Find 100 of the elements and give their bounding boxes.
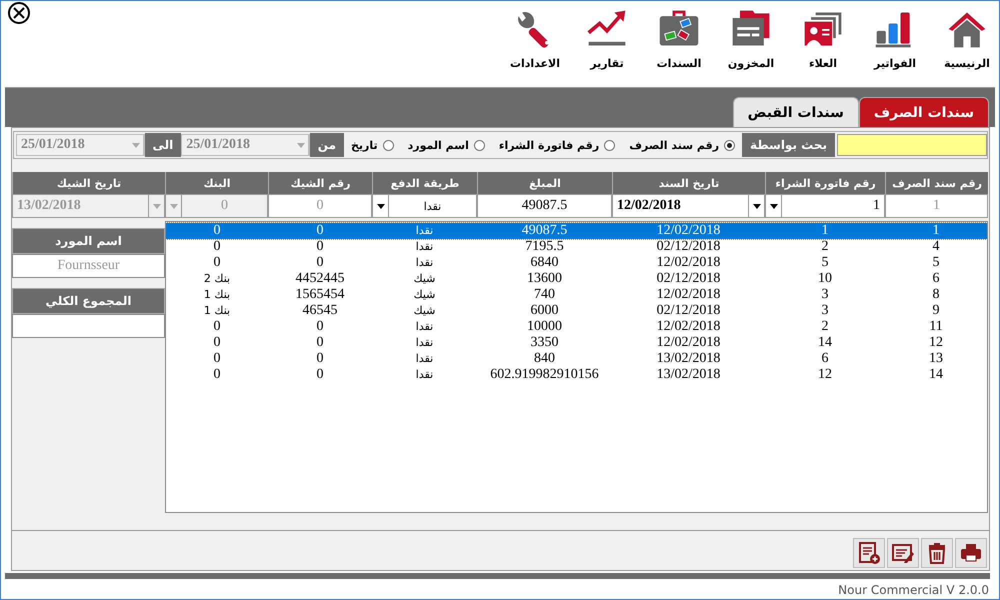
radio-option[interactable]: رقم فاتورة الشراء [498,138,616,152]
table-cell-text: 02/12/2018 [656,239,722,255]
table-cell-text: نقدا [414,255,434,271]
table-cell-text: شيك [412,303,436,319]
table-cell-text: 13/02/2018 [656,351,722,367]
table-cell-text: 0 [212,367,222,383]
table-cell-text: 0 [316,367,324,383]
print-button[interactable] [955,538,987,568]
caret-icon [152,204,160,208]
table-cell-text: نقدا [414,351,434,367]
table-cell-text: 0 [212,335,222,351]
table-cell-text: 12 [817,367,833,383]
table-cell-text: 1 [820,223,830,239]
close-icon[interactable] [7,1,31,25]
column-header: طريقة الدفع [372,172,477,194]
table-cell-text: 02/12/2018 [656,271,722,287]
table-cell-text: 0 [316,351,324,367]
table-cell-text: 0 [316,239,324,255]
table-cell-text: 0 [316,223,324,239]
column-header: المبلغ [477,172,612,194]
table-cell-text: شيك [412,287,436,303]
toolbar-button[interactable]: السندات [651,7,707,70]
field-label: اسم المورد [12,228,165,254]
table-cell-text: 0 [212,223,222,239]
edit-button[interactable] [887,538,919,568]
toolbar-button[interactable]: الرنيسية [939,7,995,70]
tab[interactable]: سندات الصرف [858,97,989,127]
search-label: بحث بواسطة [742,133,835,157]
toolbar-button[interactable]: الفواتير [867,7,923,70]
table-cell-text: 49087.5 [520,223,568,239]
table-cell-text: نقدا [414,367,434,383]
table-cell-text: 3 [820,287,830,303]
table-cell-text: 12/02/2018 [656,319,722,335]
dropdown-field[interactable]: 12/02/2018 [612,194,765,218]
date-label: من [310,133,344,157]
input-field[interactable] [12,314,165,338]
table-cell-text: 0 [212,239,222,255]
table-cell-text: 4452445 [294,271,346,287]
table-cell-text: 7195.5 [524,239,565,255]
add-list-icon [857,541,881,565]
tab[interactable]: سندات القبض [732,97,859,127]
add-button[interactable] [853,538,885,568]
table-cell-text: 740 [533,287,556,303]
input-field[interactable]: 49087.5 [477,194,612,218]
column-header: رقم فاتورة الشراء [765,172,885,194]
toolbar-button[interactable]: تقارير [579,7,635,70]
table-cell-text: 12/02/2018 [656,335,722,351]
dropdown-field[interactable]: 1 [765,194,885,218]
table-cell-text: 3350 [530,335,560,351]
table-cell-text: 4 [932,239,940,255]
table-cell-text: 9 [932,303,940,319]
column-header: البنك [165,172,268,194]
table-cell-text: 602.919982910156 [489,367,600,383]
table-cell-text: نقدا [414,335,434,351]
caret-icon [170,204,178,208]
column-header: تاريخ السند [612,172,765,194]
table-cell-text: 14 [817,335,833,351]
table-cell-text: شيك [412,271,436,287]
caret-icon [132,142,140,148]
search-field[interactable] [837,134,987,156]
table-cell-text: 0 [212,255,222,271]
delete-button[interactable] [921,538,953,568]
table-cell-text: 0 [212,319,222,335]
toolbar-button[interactable]: العلاء [795,7,851,70]
dropdown-field[interactable]: نقدا [372,194,477,218]
table-cell-text: 6 [820,351,830,367]
input-field[interactable]: Fournsseur [12,254,165,278]
table-cell-text: 13 [928,351,944,367]
table-cell-text: نقدا [414,223,434,239]
table-cell-text: 0 [212,351,222,367]
edit-list-icon [891,541,915,565]
radio-option[interactable]: رقم سند الصرف [629,138,736,152]
table-cell-text: 11 [928,319,944,335]
table-cell-text: 6 [932,271,940,287]
radio-option[interactable]: اسم المورد [408,138,485,152]
table-cell-text: 0 [316,255,324,271]
status-text: Nour Commercial V 2.0.0 [837,582,990,597]
table-cell-text: 12/02/2018 [656,223,722,239]
table-cell-text: 12/02/2018 [656,287,722,303]
radio-option[interactable]: تاريخ [351,138,394,152]
caret-icon [770,204,778,208]
table-cell-text: نقدا [414,239,434,255]
caret-icon [296,142,305,148]
table-cell-text: 46545 [302,303,338,319]
toolbar-button[interactable]: المخزون [723,7,779,70]
table-cell-text: 02/12/2018 [656,303,722,319]
table-cell-text: 1 [932,223,940,239]
table-cell-text: 2 [820,239,830,255]
field-label: المجموع الكلي [12,288,165,314]
caret-icon [376,204,384,208]
toolbar-button[interactable]: الاعدادات [507,7,563,70]
caret-icon [752,204,760,208]
column-header: تاريخ الشيك [12,172,165,194]
table-cell-text: 5 [932,255,940,271]
table-cell-text: 8 [932,287,940,303]
table-cell-text: بنك 1 [202,303,232,319]
table-cell-text: 1565454 [294,287,346,303]
table-cell-text: 12/02/2018 [656,255,722,271]
table-cell-text: 0 [316,335,324,351]
table-cell-text: 840 [533,351,556,367]
